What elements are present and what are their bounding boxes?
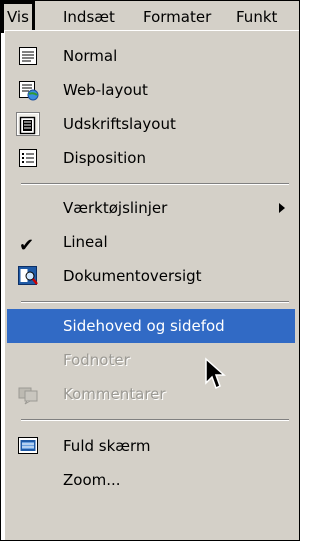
menu-item-ruler[interactable]: ✔ Lineal (7, 225, 295, 259)
menu-separator (21, 419, 289, 421)
normal-view-icon (17, 45, 39, 67)
menu-item-print-layout[interactable]: Udskriftslayout (7, 107, 295, 141)
menu-item-toolbars[interactable]: Værktøjslinjer (7, 191, 295, 225)
document-map-icon (17, 265, 39, 287)
menu-item-comments[interactable]: Kommentarer (7, 377, 295, 411)
menu-indsaet[interactable]: Indsæt (63, 1, 115, 33)
menu-separator (21, 183, 289, 185)
menu-separator (21, 301, 289, 303)
menu-vis[interactable]: Vis (1, 1, 35, 33)
menu-bar: Vis Indsæt Formater Funkt (1, 1, 299, 33)
menu-item-zoom[interactable]: Zoom... (7, 463, 295, 497)
mouse-pointer-icon (205, 357, 226, 390)
screenshot-frame: Vis Indsæt Formater Funkt Normal Web-lay… (0, 0, 300, 541)
menu-item-footnotes[interactable]: Fodnoter (7, 343, 295, 377)
menu-formater[interactable]: Formater (143, 1, 211, 33)
web-layout-icon (17, 79, 39, 101)
menu-item-normal[interactable]: Normal (7, 39, 295, 73)
menu-item-full-screen[interactable]: Fuld skærm (7, 429, 295, 463)
comments-icon (17, 383, 39, 405)
full-screen-icon (17, 435, 39, 457)
view-dropdown-menu: Normal Web-layout Udskriftslayout Dispos… (4, 30, 299, 540)
print-layout-icon (16, 112, 40, 136)
menu-item-web-layout[interactable]: Web-layout (7, 73, 295, 107)
submenu-arrow-icon (279, 203, 285, 213)
menu-item-header-footer[interactable]: Sidehoved og sidefod (7, 309, 295, 343)
menu-item-document-map[interactable]: Dokumentoversigt (7, 259, 295, 293)
checkmark-icon: ✔ (19, 235, 35, 256)
menu-item-outline[interactable]: Disposition (7, 141, 295, 175)
outline-icon (17, 147, 39, 169)
menu-funktioner[interactable]: Funkt (236, 1, 277, 33)
